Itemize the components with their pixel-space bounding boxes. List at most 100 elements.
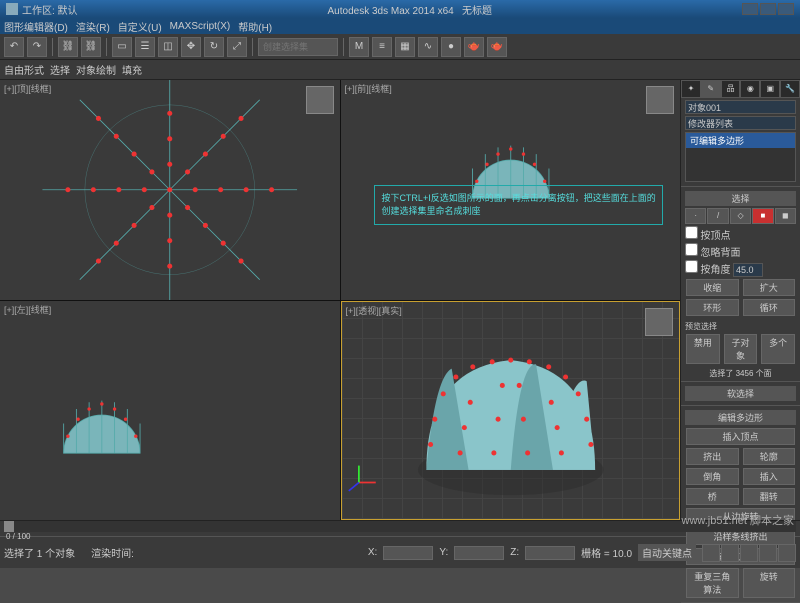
selection-info: 选择了 3456 个面 [685, 368, 796, 379]
time-marker[interactable] [4, 521, 14, 532]
modifier-list-dropdown[interactable] [685, 116, 796, 130]
edge-level[interactable]: / [707, 208, 728, 224]
viewport-canvas[interactable] [0, 80, 340, 300]
menu-item[interactable]: 自定义(U) [118, 19, 162, 34]
shrink-button[interactable]: 收缩 [686, 279, 739, 296]
modify-tab[interactable]: ✎ [701, 80, 721, 98]
viewport-left[interactable]: [+][左][线框] [0, 301, 340, 521]
preview-multi[interactable]: 多个 [761, 334, 795, 364]
display-tab[interactable]: ▣ [760, 80, 780, 98]
selection-rollout-title[interactable]: 选择 [685, 191, 796, 206]
select-name-button[interactable]: ☰ [135, 37, 155, 57]
vertex-level[interactable]: · [685, 208, 706, 224]
by-angle-checkbox[interactable]: 按角度 [685, 260, 796, 277]
undo-button[interactable]: ↶ [4, 37, 24, 57]
align-button[interactable]: ≡ [372, 37, 392, 57]
layer-button[interactable]: ▦ [395, 37, 415, 57]
viewport-label[interactable]: [+][左][线框] [4, 303, 51, 316]
viewport-perspective[interactable]: [+][透视][真实] [341, 301, 681, 521]
material-editor-button[interactable]: ● [441, 37, 461, 57]
viewport-front[interactable]: [+][前][线框] 按下CTRL+I反选如图所示的面，再点击分离按钮，把这些面… [341, 80, 681, 300]
app-icon [6, 3, 18, 15]
next-frame-button[interactable] [759, 544, 777, 562]
preview-off[interactable]: 禁用 [686, 334, 720, 364]
viewport-canvas[interactable] [0, 301, 340, 521]
inset-button[interactable]: 插入 [743, 468, 796, 485]
viewport-label[interactable]: [+][顶][线框] [4, 82, 51, 95]
retriangulate-button[interactable]: 重复三角算法 [686, 568, 739, 598]
object-name-field[interactable] [685, 100, 796, 114]
x-label: X: [368, 547, 377, 558]
playback-controls [702, 544, 796, 562]
workspace-label[interactable]: 工作区: 默认 [22, 2, 78, 17]
menu-item[interactable]: 图形编辑器(D) [4, 19, 68, 34]
ribbon-tab[interactable]: 自由形式 [4, 62, 44, 77]
preview-sub[interactable]: 子对象 [724, 334, 758, 364]
goto-start-button[interactable] [702, 544, 720, 562]
render-button[interactable]: 🫖 [487, 37, 507, 57]
link-button[interactable]: ⛓ [58, 37, 78, 57]
move-button[interactable]: ✥ [181, 37, 201, 57]
unlink-button[interactable]: ⛓ [81, 37, 101, 57]
motion-tab[interactable]: ◉ [740, 80, 760, 98]
viewport-label[interactable]: [+][前][线框] [345, 82, 392, 95]
scale-button[interactable]: ⤢ [227, 37, 247, 57]
select-region-button[interactable]: ◫ [158, 37, 178, 57]
ribbon-tab[interactable]: 对象绘制 [76, 62, 116, 77]
viewport-label[interactable]: [+][透视][真实] [346, 304, 402, 317]
y-input[interactable] [454, 546, 504, 560]
polygon-level[interactable]: ■ [752, 208, 773, 224]
loop-button[interactable]: 循环 [743, 299, 796, 316]
selection-set-input[interactable] [258, 38, 338, 56]
ring-button[interactable]: 环形 [686, 299, 739, 316]
utilities-tab[interactable]: 🔧 [780, 80, 800, 98]
render-setup-button[interactable]: 🫖 [464, 37, 484, 57]
softsel-rollout-title[interactable]: 软选择 [685, 386, 796, 401]
viewport-top[interactable]: [+][顶][线框] [0, 80, 340, 300]
minimize-button[interactable] [742, 3, 758, 15]
close-button[interactable] [778, 3, 794, 15]
goto-end-button[interactable] [778, 544, 796, 562]
viewcube[interactable] [646, 86, 674, 114]
maximize-button[interactable] [760, 3, 776, 15]
ribbon-tab[interactable]: 选择 [50, 62, 70, 77]
prev-frame-button[interactable] [721, 544, 739, 562]
bevel-button[interactable]: 倒角 [686, 468, 739, 485]
rotate-button[interactable]: ↻ [204, 37, 224, 57]
menu-item[interactable]: MAXScript(X) [170, 21, 231, 32]
cactus-top-wireframe [0, 80, 340, 300]
create-tab[interactable]: ✦ [681, 80, 701, 98]
bridge-button[interactable]: 桥 [686, 488, 739, 505]
element-level[interactable]: ◼ [775, 208, 796, 224]
select-button[interactable]: ▭ [112, 37, 132, 57]
time-slider[interactable] [0, 520, 800, 532]
border-level[interactable]: ◇ [730, 208, 751, 224]
flip-button[interactable]: 翻转 [743, 488, 796, 505]
title-bar: 工作区: 默认 Autodesk 3ds Max 2014 x64 无标题 [0, 0, 800, 18]
curve-editor-button[interactable]: ∿ [418, 37, 438, 57]
ribbon-tab[interactable]: 填充 [122, 62, 142, 77]
autokey-button[interactable]: 自动关键点 [638, 544, 696, 561]
x-input[interactable] [383, 546, 433, 560]
viewport-canvas[interactable] [342, 302, 680, 520]
by-vertex-checkbox[interactable]: 按顶点 [685, 226, 796, 242]
menu-item[interactable]: 帮助(H) [238, 19, 272, 34]
play-button[interactable] [740, 544, 758, 562]
turn-button[interactable]: 旋转 [743, 568, 796, 598]
preview-label: 预览选择 [685, 321, 796, 332]
viewcube[interactable] [306, 86, 334, 114]
stack-item[interactable]: 可编辑多边形 [686, 133, 795, 148]
mirror-button[interactable]: M [349, 37, 369, 57]
extrude-button[interactable]: 挤出 [686, 448, 739, 465]
hierarchy-tab[interactable]: 品 [721, 80, 741, 98]
viewcube[interactable] [645, 308, 673, 336]
outline-button[interactable]: 轮廓 [743, 448, 796, 465]
z-input[interactable] [525, 546, 575, 560]
editpoly-rollout-title[interactable]: 编辑多边形 [685, 410, 796, 425]
menu-item[interactable]: 渲染(R) [76, 19, 110, 34]
redo-button[interactable]: ↷ [27, 37, 47, 57]
grow-button[interactable]: 扩大 [743, 279, 796, 296]
insert-vertex-button[interactable]: 插入顶点 [686, 428, 795, 445]
ignore-backface-checkbox[interactable]: 忽略背面 [685, 243, 796, 259]
modifier-stack[interactable]: 可编辑多边形 [685, 132, 796, 182]
